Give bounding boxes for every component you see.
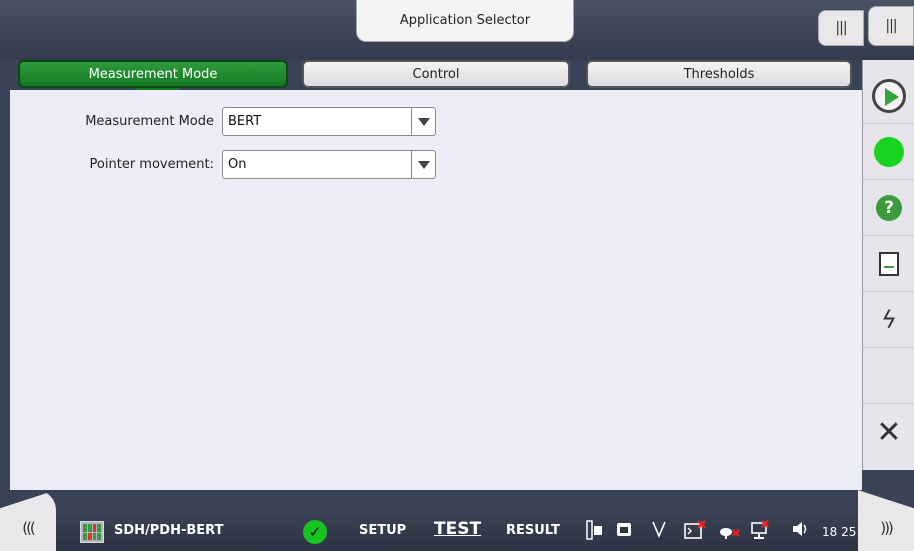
satellite-error-icon <box>720 528 740 539</box>
pointer-movement-label: Pointer movement: <box>89 157 214 172</box>
sd-card-icon <box>617 523 631 536</box>
lightning-icon: ϟ <box>881 305 897 334</box>
status-led <box>863 124 914 180</box>
tab-label: Control <box>412 66 460 82</box>
plug-icon <box>586 520 602 540</box>
application-selector-label: Application Selector <box>399 13 531 28</box>
measurement-mode-value: BERT <box>228 114 262 129</box>
dropdown-arrow-icon[interactable] <box>411 151 435 178</box>
chevron-right-icon: ))) <box>880 518 893 537</box>
measurement-mode-row: Measurement Mode BERT <box>10 107 436 136</box>
report-button[interactable] <box>863 236 914 292</box>
clock: 18 25 <box>822 525 857 539</box>
terminal-error-icon <box>684 520 706 539</box>
tab-bar: Measurement Mode Control Thresholds <box>14 60 864 98</box>
right-sidebar: ? ϟ ✕ <box>862 60 914 470</box>
measurement-mode-select[interactable]: BERT <box>222 107 436 136</box>
main-panel: Measurement Mode BERT Pointer movement: … <box>10 90 862 490</box>
measurement-mode-label: Measurement Mode <box>85 114 214 129</box>
pointer-movement-row: Pointer movement: On <box>10 150 436 179</box>
close-icon: ✕ <box>876 414 902 450</box>
scroll-right-button[interactable]: ))) <box>858 490 914 551</box>
voltage-icon <box>652 521 666 538</box>
application-selector-button[interactable]: Application Selector <box>356 0 574 42</box>
network-error-icon <box>751 520 769 539</box>
scroll-left-button[interactable]: ((( <box>0 490 56 551</box>
panel-grip-icon[interactable]: ||| <box>818 10 864 46</box>
help-button[interactable]: ? <box>863 180 914 236</box>
report-icon <box>879 251 899 276</box>
close-button[interactable]: ✕ <box>863 404 914 460</box>
start-button[interactable] <box>863 68 914 124</box>
app-name[interactable]: SDH/PDH-BERT <box>114 523 223 538</box>
pointer-movement-value: On <box>228 157 247 172</box>
nav-setup[interactable]: SETUP <box>359 523 406 538</box>
pointer-movement-select[interactable]: On <box>222 150 436 179</box>
check-status-icon: ✓ <box>303 520 327 544</box>
play-icon <box>872 78 906 113</box>
tab-label: Measurement Mode <box>88 66 218 82</box>
status-led-icon <box>874 136 904 167</box>
speaker-icon[interactable] <box>792 520 810 538</box>
event-button[interactable]: ϟ <box>863 292 914 348</box>
tab-measurement-mode[interactable]: Measurement Mode <box>18 60 288 98</box>
chevron-left-icon: ((( <box>22 518 35 537</box>
panel-grip-icon-right[interactable]: ||| <box>868 6 914 46</box>
nav-test[interactable]: TEST <box>434 519 481 539</box>
sidebar-empty-slot <box>863 348 914 404</box>
tab-label: Thresholds <box>683 66 755 82</box>
help-icon: ? <box>876 194 902 221</box>
nav-result[interactable]: RESULT <box>506 523 560 538</box>
app-icon[interactable] <box>80 521 104 543</box>
dropdown-arrow-icon[interactable] <box>411 108 435 135</box>
tab-control[interactable]: Control <box>302 60 570 88</box>
tab-thresholds[interactable]: Thresholds <box>586 60 852 88</box>
